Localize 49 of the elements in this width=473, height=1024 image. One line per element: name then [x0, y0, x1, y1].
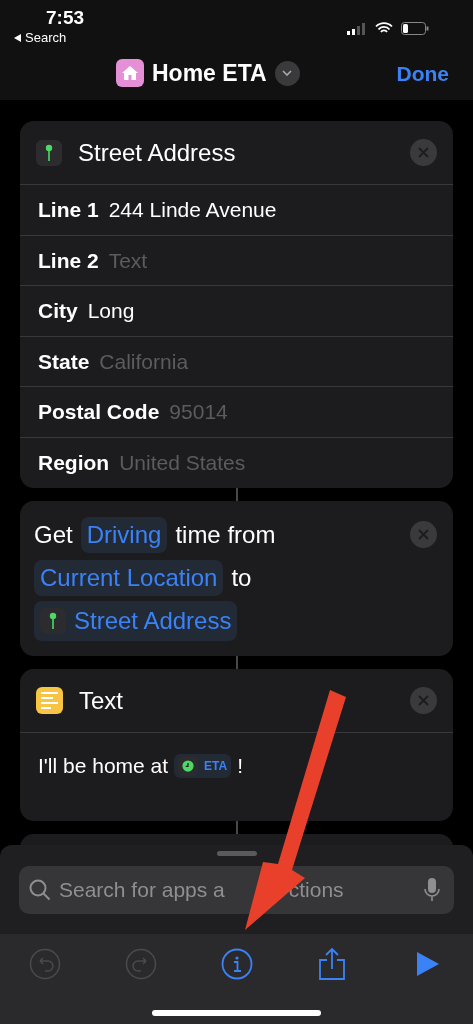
variable-token[interactable]: Street Address: [34, 600, 238, 641]
clock-icon: [178, 756, 199, 776]
status-time: 7:53: [46, 6, 85, 30]
search-icon: [29, 879, 51, 901]
search-field[interactable]: Search for apps a ctions: [19, 866, 454, 914]
wifi-icon: [375, 22, 393, 35]
microphone-icon: [424, 878, 440, 902]
pin-icon: [36, 139, 62, 166]
address-field[interactable]: Region United States: [20, 437, 453, 488]
close-button[interactable]: [410, 521, 437, 548]
close-icon: [418, 147, 429, 158]
close-icon: [418, 695, 429, 706]
back-triangle-icon: [14, 34, 21, 42]
undo-icon: [29, 948, 61, 980]
close-button[interactable]: [410, 687, 437, 714]
address-field[interactable]: State California: [20, 336, 453, 387]
address-field[interactable]: Line 2 Text: [20, 235, 453, 286]
action-title: Street Address: [78, 137, 237, 168]
done-button[interactable]: Done: [396, 57, 449, 89]
action-title: Text: [79, 685, 124, 716]
variable-token[interactable]: ETA: [174, 754, 232, 778]
search-placeholder: ctions: [288, 877, 344, 904]
sheet-handle[interactable]: [216, 851, 257, 856]
play-icon: [416, 951, 440, 977]
chevron-down-icon: [282, 70, 293, 77]
address-field[interactable]: Postal Code 95014: [20, 387, 453, 438]
action-text: to: [231, 562, 252, 593]
parameter-token[interactable]: Driving: [80, 516, 168, 553]
shortcut-title: Home ETA: [152, 59, 267, 88]
text-content: I'll be home at: [38, 753, 169, 780]
action-text: time from: [175, 519, 276, 550]
close-icon: [418, 529, 429, 540]
address-field[interactable]: Line 1 244 Linde Avenue: [20, 185, 453, 236]
search-placeholder: Search for apps a: [59, 877, 225, 904]
signal-icon: [347, 22, 367, 35]
address-field[interactable]: City Long: [20, 286, 453, 337]
redo-icon: [124, 948, 157, 980]
info-icon: [220, 948, 253, 980]
text-content: !: [237, 753, 244, 780]
parameter-token[interactable]: Current Location: [34, 559, 224, 596]
action-text: Get: [34, 519, 73, 550]
pin-icon: [40, 607, 66, 634]
back-link[interactable]: Search: [14, 30, 85, 46]
title-menu-button[interactable]: [274, 60, 300, 86]
share-icon: [318, 947, 347, 981]
close-button[interactable]: [410, 139, 437, 166]
home-icon: [116, 59, 144, 88]
battery-icon: [401, 22, 429, 35]
notes-icon: [36, 687, 63, 714]
